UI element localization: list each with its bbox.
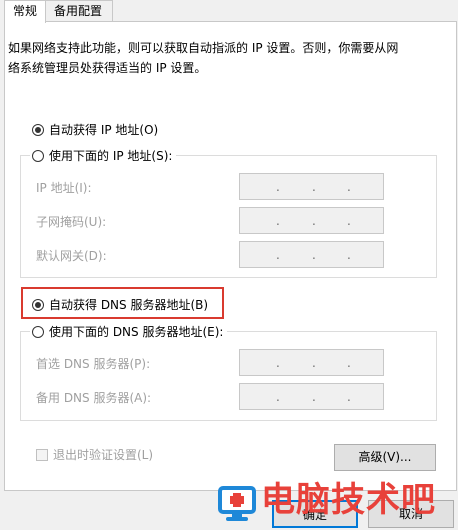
ip-address-input: . . . — [239, 173, 384, 200]
preferred-dns-label: 首选 DNS 服务器(P): — [36, 357, 151, 371]
default-gateway-input: . . . — [239, 241, 384, 268]
octet-separator: . — [312, 390, 316, 404]
validate-on-exit-checkbox: 退出时验证设置(L) — [36, 446, 153, 463]
alternate-dns-label: 备用 DNS 服务器(A): — [36, 391, 152, 405]
description-text: 如果网络支持此功能，则可以获取自动指派的 IP 设置。否则，你需要从网 络系统管… — [8, 38, 438, 78]
watermark: 电脑技术吧 — [215, 478, 458, 530]
octet-separator: . — [276, 214, 280, 228]
octet-separator: . — [312, 180, 316, 194]
octet-separator: . — [276, 180, 280, 194]
octet-separator: . — [347, 180, 351, 194]
preferred-dns-input: . . . — [239, 349, 384, 376]
validate-on-exit-label: 退出时验证设置(L) — [53, 448, 154, 462]
description-line-1: 如果网络支持此功能，则可以获取自动指派的 IP 设置。否则，你需要从网 — [8, 41, 399, 55]
auto-dns-label: 自动获得 DNS 服务器地址(B) — [49, 298, 209, 312]
subnet-mask-input: . . . — [239, 207, 384, 234]
octet-separator: . — [347, 214, 351, 228]
radio-selected-icon — [32, 298, 44, 311]
octet-separator: . — [312, 356, 316, 370]
default-gateway-label: 默认网关(D): — [36, 249, 107, 263]
manual-dns-radio[interactable]: 使用下面的 DNS 服务器地址(E): — [30, 323, 228, 340]
auto-ip-radio[interactable]: 自动获得 IP 地址(O) — [32, 121, 158, 138]
advanced-button-label: 高级(V)... — [358, 450, 412, 464]
radio-unselected-icon — [32, 149, 44, 162]
manual-dns-label: 使用下面的 DNS 服务器地址(E): — [49, 325, 224, 339]
radio-unselected-icon — [32, 325, 44, 338]
tab-alternate-config-label: 备用配置 — [54, 4, 103, 18]
octet-separator: . — [347, 248, 351, 262]
tab-general[interactable]: 常规 — [4, 0, 46, 23]
manual-ip-label: 使用下面的 IP 地址(S): — [49, 149, 173, 163]
octet-separator: . — [276, 356, 280, 370]
octet-separator: . — [312, 214, 316, 228]
octet-separator: . — [276, 390, 280, 404]
description-line-2: 络系统管理员处获得适当的 IP 设置。 — [8, 61, 207, 75]
tab-alternate-config[interactable]: 备用配置 — [45, 0, 113, 21]
octet-separator: . — [276, 248, 280, 262]
octet-separator: . — [347, 356, 351, 370]
subnet-mask-label: 子网掩码(U): — [36, 215, 107, 229]
auto-dns-radio[interactable]: 自动获得 DNS 服务器地址(B) — [32, 296, 208, 313]
watermark-text: 电脑技术吧 — [261, 480, 436, 520]
auto-ip-label: 自动获得 IP 地址(O) — [49, 123, 159, 137]
checkbox-icon — [36, 448, 48, 461]
manual-ip-radio[interactable]: 使用下面的 IP 地址(S): — [30, 147, 177, 164]
tab-general-label: 常规 — [13, 4, 38, 18]
ip-address-label: IP 地址(I): — [36, 181, 92, 195]
advanced-button[interactable]: 高级(V)... — [334, 444, 436, 471]
octet-separator: . — [312, 248, 316, 262]
octet-separator: . — [347, 390, 351, 404]
alternate-dns-input: . . . — [239, 383, 384, 410]
radio-selected-icon — [32, 123, 44, 136]
monitor-plus-logo-icon — [218, 486, 256, 521]
